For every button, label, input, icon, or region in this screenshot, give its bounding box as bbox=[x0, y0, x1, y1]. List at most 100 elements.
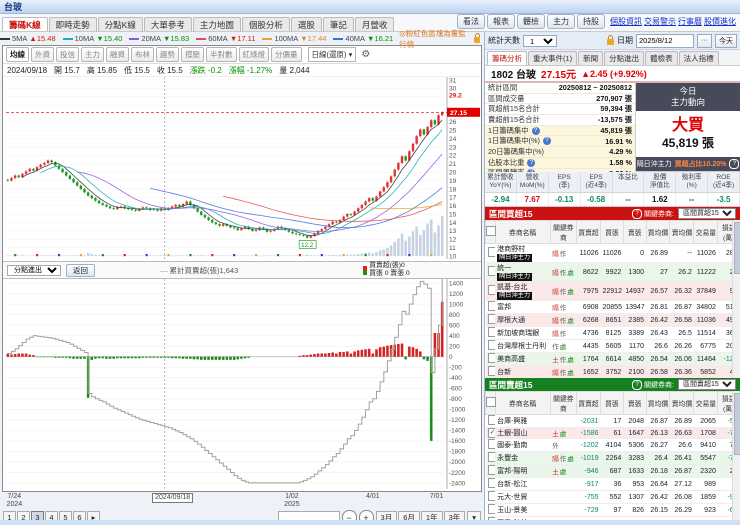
col-交易量[interactable]: 交易量 bbox=[693, 220, 719, 244]
row-checkbox[interactable]: ✓ bbox=[487, 428, 496, 438]
row-checkbox[interactable] bbox=[487, 439, 496, 449]
checkbox-all[interactable] bbox=[486, 397, 496, 407]
stat-days-select[interactable]: 1 bbox=[523, 34, 557, 47]
col-買均價[interactable]: 買均價 bbox=[645, 391, 671, 415]
help-icon[interactable]: ? bbox=[632, 208, 643, 219]
tab-選股[interactable]: 選股 bbox=[290, 17, 322, 31]
top-button-主力[interactable]: 主力 bbox=[547, 14, 575, 29]
buy-scrollbar[interactable] bbox=[732, 220, 740, 378]
top-link-行事曆[interactable]: 行事曆 bbox=[678, 17, 702, 26]
gear-icon[interactable]: ⚙ bbox=[361, 49, 370, 60]
panel-tab-分點進出[interactable]: 分點進出 bbox=[604, 51, 645, 65]
help-icon[interactable]: ? bbox=[531, 126, 540, 135]
chart-tool-分價量[interactable]: 分價量 bbox=[271, 47, 302, 62]
broker-row[interactable]: 富邦隔作6908208551394726.8126.8734802517 bbox=[485, 300, 740, 314]
broker-row[interactable]: 永豐金隔作處-10192264328326.426.415547-72 bbox=[485, 451, 740, 465]
panel-tab-體檢表[interactable]: 體檢表 bbox=[645, 51, 678, 65]
panel-tab-重大事件(1)[interactable]: 重大事件(1) bbox=[528, 51, 578, 65]
chart-tool-布林[interactable]: 布林 bbox=[131, 47, 154, 62]
broker-row[interactable]: 凱基-台北 隔日沖主力 隔作處 7975 22912 14937 26.57 26.32 378… bbox=[485, 281, 740, 301]
broker-net-chart[interactable]: -2400-2200-2000-1800-1600-1400-1200-1000… bbox=[3, 270, 481, 489]
broker-row[interactable]: 美商高盛 土作處 1764 6614 4850 26.54 26.06 11464 -127 bbox=[485, 352, 740, 366]
help-icon[interactable]: ? bbox=[632, 379, 643, 390]
row-checkbox[interactable] bbox=[487, 366, 496, 376]
checkbox-all[interactable] bbox=[486, 226, 496, 236]
chart-tool-紅綠燈[interactable]: 紅綠燈 bbox=[238, 47, 269, 62]
row-checkbox[interactable] bbox=[487, 247, 496, 257]
broker-row[interactable]: 台灣摩根士丹利作處44355605117026.626.266775205 bbox=[485, 339, 740, 353]
chart-tool-均線[interactable]: 均線 bbox=[6, 47, 29, 62]
tab-主力地圖[interactable]: 主力地圖 bbox=[192, 17, 241, 31]
tab-月營收[interactable]: 月營收 bbox=[354, 17, 395, 31]
broker-row[interactable]: 摩根大通隔作處62688651238526.4226.5811036497 bbox=[485, 313, 740, 327]
col-賣張[interactable]: 賣張 bbox=[622, 220, 647, 244]
top-button-體檢[interactable]: 體檢 bbox=[517, 14, 545, 29]
broker-row[interactable]: 台新-松江-9173695326.6427.129890 bbox=[485, 477, 740, 491]
row-checkbox[interactable] bbox=[487, 266, 496, 276]
tab-筆記[interactable]: 筆記 bbox=[322, 17, 354, 31]
chart-tool-主力[interactable]: 主力 bbox=[81, 47, 104, 62]
help-icon[interactable]: ? bbox=[542, 137, 551, 146]
panel-tab-新聞[interactable]: 新聞 bbox=[578, 51, 604, 65]
row-checkbox[interactable] bbox=[487, 465, 496, 475]
top-button-報表[interactable]: 報表 bbox=[487, 14, 515, 29]
broker-row[interactable]: 台新隔作處16523752210026.5826.36585248 bbox=[485, 365, 740, 378]
broker-row[interactable]: 元大-世貿-755552130726.4226.081859-99 bbox=[485, 490, 740, 504]
row-checkbox[interactable] bbox=[487, 301, 496, 311]
panel-tab-籌碼分析[interactable]: 籌碼分析 bbox=[487, 51, 527, 65]
col-買賣超[interactable]: 買賣超 bbox=[576, 391, 601, 415]
col-買張[interactable]: 買張 bbox=[600, 220, 624, 244]
chart-tool-外資[interactable]: 外資 bbox=[31, 47, 54, 62]
buy-key-broker-select[interactable]: 區間買超15 bbox=[678, 208, 736, 219]
tab-大單參考[interactable]: 大單參考 bbox=[143, 17, 192, 31]
col-賣均價[interactable]: 賣均價 bbox=[669, 220, 695, 244]
col-交易量[interactable]: 交易量 bbox=[693, 391, 719, 415]
col-關鍵券商[interactable]: 關鍵券商 bbox=[549, 391, 578, 415]
chart-tool-半對數[interactable]: 半對數 bbox=[206, 47, 237, 62]
lock-icon[interactable] bbox=[474, 33, 480, 43]
row-checkbox[interactable] bbox=[487, 415, 496, 425]
sell-scrollbar[interactable] bbox=[732, 391, 740, 525]
tab-個股分析[interactable]: 個股分析 bbox=[241, 17, 290, 31]
broker-row[interactable]: 新加坡商瑞銀隔作47368125338926.4326.511514368 bbox=[485, 326, 740, 340]
col-買均價[interactable]: 買均價 bbox=[645, 220, 671, 244]
date-spinner[interactable]: ··· bbox=[697, 33, 712, 48]
help-icon[interactable]: ? bbox=[729, 159, 740, 169]
row-checkbox[interactable] bbox=[487, 327, 496, 337]
row-checkbox[interactable] bbox=[487, 353, 496, 363]
broker-row[interactable]: ✓土銀-圓山土處-158661164726.1326.631708-79 bbox=[485, 427, 740, 439]
col-賣張[interactable]: 賣張 bbox=[622, 391, 647, 415]
today-button[interactable]: 今天 bbox=[715, 33, 737, 48]
help-icon[interactable]: ? bbox=[527, 158, 536, 167]
row-checkbox[interactable] bbox=[487, 340, 496, 350]
top-link-股價進化[interactable]: 股價進化 bbox=[704, 17, 736, 26]
col-關鍵券商[interactable]: 關鍵券商 bbox=[549, 220, 578, 244]
broker-row[interactable]: 統一隔日沖主力隔作處8622992213002726.21122228 bbox=[485, 262, 740, 282]
chart-tool-趨勢[interactable]: 趨勢 bbox=[156, 47, 179, 62]
tab-籌碼K線[interactable]: 籌碼K線 bbox=[2, 17, 48, 31]
row-checkbox[interactable] bbox=[487, 478, 496, 488]
broker-row[interactable]: 港商野村隔日沖主力隔作1102611026026.89--11026287 bbox=[485, 243, 740, 263]
chart-tool-撐壓[interactable]: 撐壓 bbox=[181, 47, 204, 62]
broker-row[interactable]: 國泰-勤南外-12024104530626.2726.6941072 bbox=[485, 438, 740, 452]
row-checkbox[interactable] bbox=[487, 452, 496, 462]
col-券商名稱[interactable]: 券商名稱 bbox=[494, 391, 551, 415]
top-link-交易警示[interactable]: 交易警示 bbox=[644, 17, 676, 26]
lower-pane-select[interactable]: 分點進出 bbox=[7, 264, 61, 276]
col-買賣超[interactable]: 買賣超 bbox=[576, 220, 601, 244]
row-checkbox[interactable] bbox=[487, 285, 496, 295]
row-checkbox[interactable] bbox=[487, 314, 496, 324]
row-checkbox[interactable] bbox=[487, 491, 496, 501]
sell-key-broker-select[interactable]: 區間賣超15 bbox=[678, 379, 736, 390]
broker-row[interactable]: 台庫-興雅-203117204826.8726.892065-52 bbox=[485, 414, 740, 428]
top-link-個股資訊[interactable]: 個股資訊 bbox=[610, 17, 642, 26]
broker-row[interactable]: 富邦-陽明土處-946687163326.1826.87232022 bbox=[485, 464, 740, 478]
broker-row[interactable]: 玉山-景美-7299782626.1526.29923-60 bbox=[485, 503, 740, 517]
col-券商名稱[interactable]: 券商名稱 bbox=[494, 220, 551, 244]
row-checkbox[interactable] bbox=[487, 504, 496, 514]
col-買張[interactable]: 買張 bbox=[600, 391, 624, 415]
tab-分點K線[interactable]: 分點K線 bbox=[97, 17, 143, 31]
back-button[interactable]: 返回 bbox=[66, 263, 95, 277]
kline-period-select[interactable]: 日線(還原) ▾ bbox=[307, 47, 357, 62]
top-button-持股[interactable]: 持股 bbox=[577, 14, 605, 29]
